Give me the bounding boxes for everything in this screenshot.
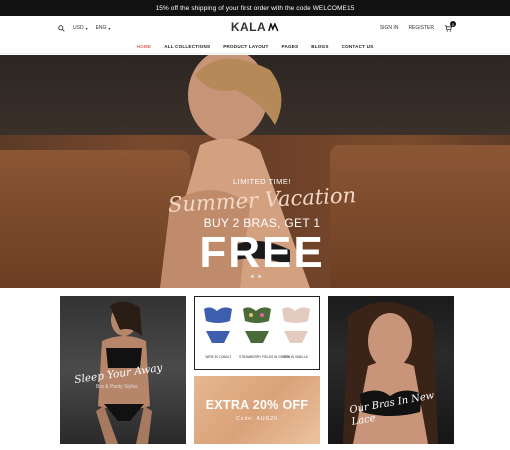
nav-item-all-collections[interactable]: ALL COLLECTIONS	[164, 44, 210, 49]
tile-sleep-subcaption: Bra & Panty Styles	[96, 384, 138, 390]
cart-count-badge: 0	[450, 21, 456, 27]
bra-set-image	[242, 307, 271, 343]
sign-in-link[interactable]: SIGN IN	[380, 25, 399, 31]
hero-banner[interactable]: LIMITED TIME! Summer Vacation BUY 2 BRAS…	[0, 55, 510, 288]
product-label: WIRE IN COBALT	[205, 355, 232, 359]
hero-script-title: Summer Vacation	[167, 183, 357, 217]
logo-mark-icon	[268, 22, 279, 31]
chevron-down-icon: ▾	[85, 25, 88, 31]
product-label: STRAWBERRY FIELDS IN GREEN	[238, 355, 290, 359]
nav-item-contact-us[interactable]: CONTACT US	[342, 44, 374, 49]
logo-text: KALA	[230, 20, 267, 34]
promo-tiles: Sleep Your Away Bra & Panty Styles WIRE …	[60, 296, 454, 444]
discount-title: EXTRA 20% OFF	[205, 398, 309, 412]
product-item[interactable]: ZEN IN VANILLA	[278, 303, 314, 359]
site-header: USD ▾ ENG ▾ KALA SIGN IN REGISTER 0	[0, 16, 510, 40]
bra-set-image	[204, 307, 233, 343]
language-label: ENG	[95, 25, 107, 31]
tile-sleep[interactable]: Sleep Your Away Bra & Panty Styles	[60, 296, 186, 444]
hero-text: LIMITED TIME! Summer Vacation BUY 2 BRAS…	[162, 177, 362, 276]
nav-item-blogs[interactable]: BLOGS	[311, 44, 328, 49]
nav-item-product-layout[interactable]: PRODUCT LAYOUT	[223, 44, 268, 49]
carousel-dot[interactable]	[251, 275, 254, 278]
product-item[interactable]: WIRE IN COBALT	[200, 303, 236, 359]
product-item[interactable]: STRAWBERRY FIELDS IN GREEN	[238, 303, 290, 359]
nav-item-home[interactable]: HOME	[137, 44, 152, 49]
product-label: ZEN IN VANILLA	[283, 355, 308, 359]
hero-free-text: FREE	[199, 228, 325, 277]
tile-products[interactable]: WIRE IN COBALT STRAWBERRY FIELDS IN GREE…	[194, 296, 320, 370]
bra-set-image	[281, 307, 310, 343]
language-select[interactable]: ENG ▾	[96, 25, 111, 31]
cart-button[interactable]: 0	[444, 21, 456, 32]
currency-label: USD	[73, 25, 84, 31]
tile-extra-discount[interactable]: EXTRA 20% OFF Code: AUG20	[194, 376, 320, 444]
currency-select[interactable]: USD ▾	[73, 25, 88, 31]
nav-item-pages[interactable]: PAGES	[282, 44, 299, 49]
main-nav: HOME ALL COLLECTIONS PRODUCT LAYOUT PAGE…	[0, 40, 510, 54]
chevron-down-icon: ▾	[108, 25, 111, 31]
announcement-bar: 15% off the shipping of your first order…	[0, 0, 510, 16]
carousel-dots	[251, 275, 261, 278]
discount-code: Code: AUG20	[236, 416, 278, 422]
site-logo[interactable]: KALA	[231, 20, 279, 34]
announcement-text: 15% off the shipping of your first order…	[155, 4, 355, 12]
register-link[interactable]: REGISTER	[408, 25, 434, 31]
search-icon[interactable]	[58, 24, 65, 32]
tile-lace[interactable]: Our Bras In New Lace	[328, 296, 454, 444]
carousel-dot[interactable]	[258, 275, 261, 278]
